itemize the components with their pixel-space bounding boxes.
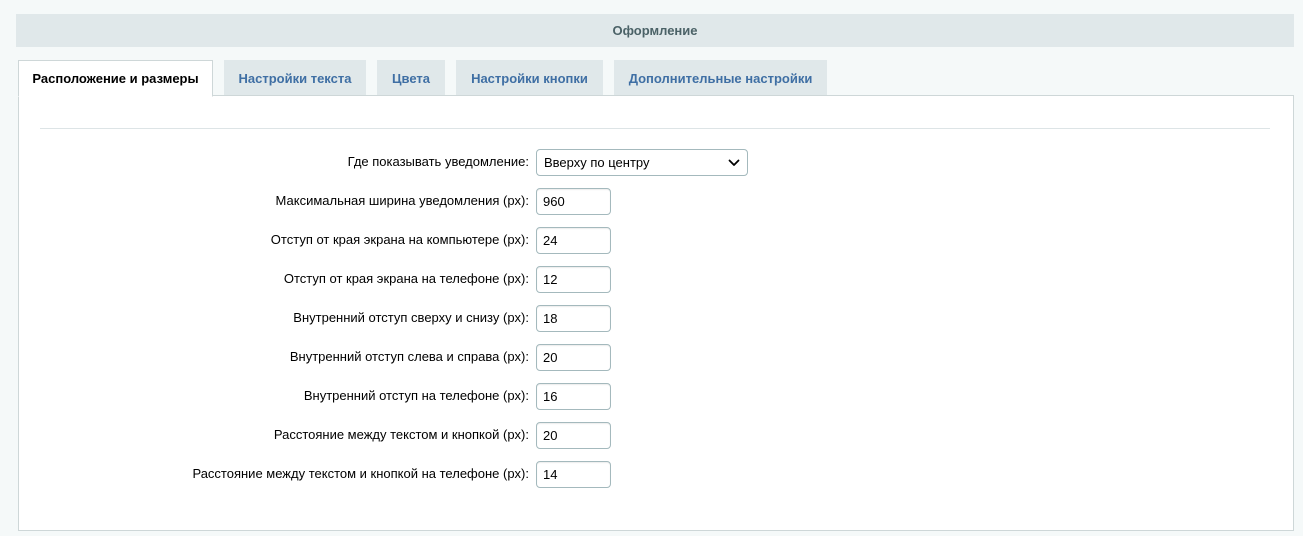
form-row: Расстояние между текстом и кнопкой на те… — [19, 461, 1295, 488]
form-row-position: Где показывать уведомление: Вверху по це… — [19, 149, 1295, 176]
padding-vertical-input[interactable] — [536, 305, 611, 332]
tab-text-settings[interactable]: Настройки текста — [224, 60, 366, 95]
tab-layout-sizes[interactable]: Расположение и размеры — [18, 60, 213, 97]
form-row: Отступ от края экрана на телефоне (px): — [19, 266, 1295, 293]
section-title: Оформление — [612, 23, 698, 38]
field-label: Внутренний отступ сверху и снизу (px): — [293, 310, 529, 325]
tab-colors[interactable]: Цвета — [377, 60, 445, 95]
max-width-input[interactable] — [536, 188, 611, 215]
divider — [40, 128, 1270, 129]
field-label: Расстояние между текстом и кнопкой на те… — [192, 466, 529, 481]
mobile-padding-input[interactable] — [536, 383, 611, 410]
tab-label: Дополнительные настройки — [628, 70, 813, 86]
form-row: Внутренний отступ сверху и снизу (px): — [19, 305, 1295, 332]
tab-label: Настройки текста — [238, 70, 352, 86]
tab-bar: Расположение и размеры Настройки текста … — [18, 60, 1294, 97]
tab-additional-settings[interactable]: Дополнительные настройки — [614, 60, 827, 95]
field-label: Расстояние между текстом и кнопкой (px): — [273, 427, 529, 442]
form-row: Максимальная ширина уведомления (px): — [19, 188, 1295, 215]
chevron-down-icon — [728, 159, 740, 166]
form-row: Отступ от края экрана на компьютере (px)… — [19, 227, 1295, 254]
field-label: Отступ от края экрана на телефоне (px): — [283, 271, 529, 286]
form-row: Внутренний отступ на телефоне (px): — [19, 383, 1295, 410]
position-select-value: Вверху по центру — [544, 155, 650, 170]
tab-label: Расположение и размеры — [32, 71, 199, 86]
tab-label: Настройки кнопки — [471, 70, 588, 86]
field-label: Внутренний отступ слева и справа (px): — [289, 349, 529, 364]
text-button-gap-input[interactable] — [536, 422, 611, 449]
position-select[interactable]: Вверху по центру — [536, 149, 748, 176]
field-label: Где показывать уведомление: — [347, 154, 529, 169]
desktop-edge-offset-input[interactable] — [536, 227, 611, 254]
section-header: Оформление — [16, 14, 1294, 47]
mobile-edge-offset-input[interactable] — [536, 266, 611, 293]
form-row: Внутренний отступ слева и справа (px): — [19, 344, 1295, 371]
padding-horizontal-input[interactable] — [536, 344, 611, 371]
settings-panel: Где показывать уведомление: Вверху по це… — [18, 95, 1294, 531]
field-label: Внутренний отступ на телефоне (px): — [303, 388, 529, 403]
mobile-text-button-gap-input[interactable] — [536, 461, 611, 488]
tab-button-settings[interactable]: Настройки кнопки — [456, 60, 603, 95]
tab-label: Цвета — [392, 70, 430, 86]
field-label: Максимальная ширина уведомления (px): — [275, 193, 529, 208]
field-label: Отступ от края экрана на компьютере (px)… — [270, 232, 529, 247]
form-row: Расстояние между текстом и кнопкой (px): — [19, 422, 1295, 449]
